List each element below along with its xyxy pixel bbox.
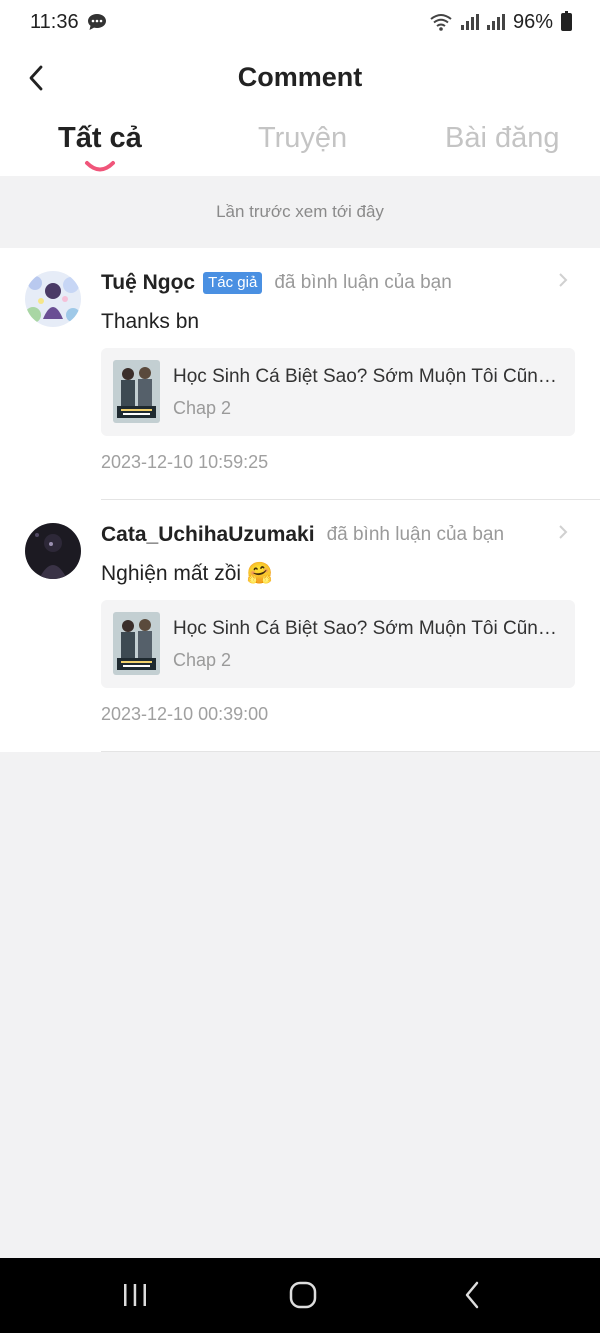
story-cover (113, 360, 160, 423)
story-card[interactable]: Học Sinh Cá Biệt Sao? Sớm Muộn Tôi Cũng … (101, 348, 575, 436)
header: Comment Tất cả Truyện Bài đăng (0, 44, 600, 176)
last-seen-divider: Lần trước xem tới đây (0, 176, 600, 248)
active-tab-indicator (85, 161, 115, 172)
comment-text: Nghiện mất zồi 🤗 (101, 562, 274, 585)
chapter-label: Chap 2 (173, 398, 232, 418)
tab-bar: Tất cả Truyện Bài đăng (0, 120, 600, 176)
tab-all[interactable]: Tất cả (58, 122, 142, 155)
status-time: 11:36 (30, 10, 79, 33)
action-text: đã bình luận của bạn (274, 272, 452, 293)
back-arrow-icon (465, 1281, 479, 1309)
recent-apps-icon (124, 1284, 146, 1306)
story-card[interactable]: Học Sinh Cá Biệt Sao? Sớm Muộn Tôi Cũng … (101, 600, 575, 688)
comment-text: Thanks bn (101, 310, 200, 333)
chapter-label: Chap 2 (173, 650, 232, 670)
home-button[interactable] (283, 1280, 323, 1310)
story-cover (113, 612, 160, 675)
username[interactable]: Tuệ Ngọc (101, 271, 195, 295)
action-text: đã bình luận của bạn (326, 524, 505, 545)
system-nav-bar (0, 1258, 600, 1333)
tab-posts[interactable]: Bài đăng (445, 122, 560, 155)
page-title: Comment (237, 62, 363, 92)
chevron-right-icon (559, 525, 568, 539)
item-divider (101, 751, 600, 752)
battery-icon (561, 11, 572, 31)
chevron-right-icon (559, 273, 568, 287)
notification-item[interactable]: Cata_UchihaUzumaki đã bình luận của bạn … (0, 500, 600, 752)
wifi-icon (430, 14, 452, 31)
username[interactable]: Cata_UchihaUzumaki (101, 523, 315, 547)
message-icon (87, 14, 106, 30)
story-title: Học Sinh Cá Biệt Sao? Sớm Muộn Tôi Cũng … (173, 618, 563, 639)
signal-icon-2 (486, 14, 505, 30)
timestamp: 2023-12-10 10:59:25 (101, 452, 269, 472)
notification-list: Tuệ Ngọc Tác giả đã bình luận của bạn Th… (0, 248, 600, 752)
last-seen-label: Lần trước xem tới đây (216, 202, 384, 221)
author-badge: Tác giả (203, 272, 263, 294)
story-title: Học Sinh Cá Biệt Sao? Sớm Muộn Tôi Cũng … (173, 366, 563, 387)
battery-level: 96% (512, 10, 553, 33)
recent-apps-button[interactable] (115, 1280, 155, 1310)
system-back-button[interactable] (452, 1280, 492, 1310)
signal-icon (460, 14, 479, 30)
timestamp: 2023-12-10 00:39:00 (101, 704, 269, 724)
home-icon (289, 1281, 317, 1309)
tab-stories[interactable]: Truyện (258, 122, 347, 155)
status-bar: 11:36 96% (0, 0, 600, 44)
avatar[interactable] (25, 523, 81, 579)
notification-item[interactable]: Tuệ Ngọc Tác giả đã bình luận của bạn Th… (0, 248, 600, 500)
avatar[interactable] (25, 271, 81, 327)
